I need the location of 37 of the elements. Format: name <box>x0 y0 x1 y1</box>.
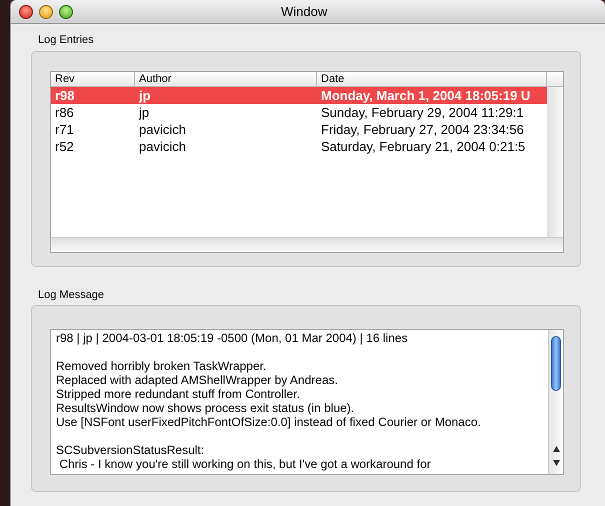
column-header[interactable]: Date <box>317 72 547 86</box>
table-cell-text: Saturday, February 21, 2004 0:21:5 <box>320 138 526 154</box>
table-cell-text: jp <box>138 104 150 120</box>
message-line: ResultsWindow now shows process exit status (in blue). <box>56 401 356 415</box>
table-row[interactable]: r86 jp Sunday, February 29, 2004 11:29:1 <box>51 104 547 120</box>
down-arrow-icon[interactable] <box>552 460 560 466</box>
table-cell-text: pavicich <box>138 138 187 154</box>
table-cell-text: Friday, February 27, 2004 23:34:56 <box>320 120 525 138</box>
table-cell-text: Sunday, February 29, 2004 11:29:1 <box>320 104 525 120</box>
table-row[interactable]: r52 pavicich Saturday, February 21, 2004 0:21:5 <box>51 138 547 154</box>
table-row[interactable]: r71 pavicich Friday, February 27, 2004 23:34:56 <box>51 120 547 138</box>
group-title: Log Entries <box>38 34 94 46</box>
close-button[interactable] <box>19 4 33 18</box>
column-header[interactable]: Rev <box>51 72 135 86</box>
column-header[interactable]: Author <box>135 72 317 86</box>
zoom-button[interactable] <box>59 4 73 18</box>
text-area[interactable] <box>50 329 564 475</box>
message-line: Chris - I know you're still working on this, but I've got a workaround for <box>58 457 432 471</box>
message-line: Stripped more redundant stuff from Controller. <box>56 387 301 401</box>
table-cell-text: pavicich <box>138 120 187 138</box>
table-row[interactable]: r98 jp Monday, March 1, 2004 18:05:19 U <box>51 86 547 104</box>
message-line: Replaced with adapted AMShellWrapper by Andreas. <box>56 373 339 387</box>
message-line: SCSubversionStatusResult: <box>56 443 206 457</box>
message-line: Use [NSFont userFixedPitchFontOfSize:0.0] instead of fixed Courier or Monaco. <box>56 415 482 429</box>
message-line: r98 | jp | 2004-03-01 18:05:19 -0500 (Mon, 01 Mar 2004) | 16 lines <box>56 331 409 345</box>
window-title: Window <box>281 2 328 21</box>
up-arrow-icon[interactable] <box>552 446 560 452</box>
table-cell-text: r71 <box>54 120 75 138</box>
table-cell-text: r52 <box>54 138 75 154</box>
group-title: Log Message <box>38 288 104 300</box>
minimize-button[interactable] <box>39 4 53 18</box>
scroll-thumb[interactable] <box>551 336 561 391</box>
table-cell-text: jp <box>138 86 152 104</box>
message-line: Removed horribly broken TaskWrapper. <box>56 359 268 373</box>
table-cell-text: Monday, March 1, 2004 18:05:19 U <box>320 86 532 104</box>
table-cell-text: r86 <box>54 104 75 120</box>
table-cell-text: r98 <box>54 86 76 104</box>
